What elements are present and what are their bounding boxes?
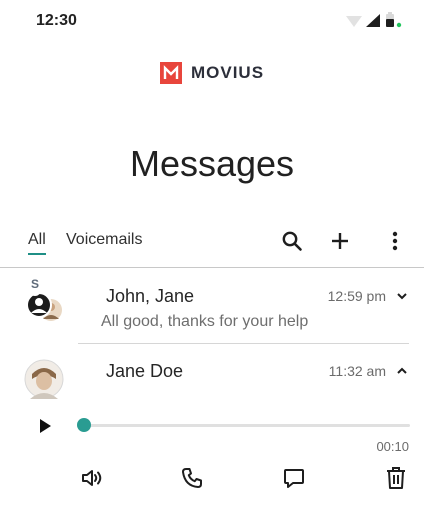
speaker-icon (82, 470, 102, 486)
conversation-preview: All good, thanks for your help (101, 313, 309, 330)
search-button[interactable] (279, 228, 305, 254)
message-button[interactable] (280, 464, 308, 492)
brand-name: MOVIUS (190, 63, 265, 82)
contact-avatar (24, 359, 64, 399)
conversation-item-expanded[interactable]: Jane Doe 11:32 am (0, 344, 424, 404)
status-bar: 12:30 (0, 0, 424, 42)
group-avatar (26, 284, 62, 321)
message-icon (284, 469, 304, 488)
chevron-down-icon[interactable] (396, 290, 408, 302)
phone-icon (182, 468, 202, 488)
status-icons (346, 12, 402, 28)
tab-all-label: All (28, 231, 46, 248)
movius-logo-icon (159, 62, 182, 84)
page-title: Messages (129, 143, 295, 184)
conversation-name: John, Jane (106, 286, 195, 306)
tab-voicemails-label: Voicemails (66, 231, 143, 248)
conversation-item[interactable]: S John, Jane 12:59 pm All good, thanks f… (0, 276, 424, 342)
add-icon (332, 233, 348, 249)
speaker-button[interactable] (78, 464, 106, 492)
tab-voicemails[interactable]: Voicemails (66, 231, 142, 249)
chevron-up-icon[interactable] (396, 365, 408, 377)
brand-header: MOVIUS (0, 58, 424, 88)
playback-track[interactable] (84, 424, 410, 427)
conversation-name: Jane Doe (106, 361, 184, 381)
avatar-badge: S (31, 277, 40, 291)
status-time: 12:30 (36, 12, 77, 29)
search-icon (282, 231, 302, 251)
wifi-icon (346, 16, 362, 27)
tab-all[interactable]: All (28, 231, 46, 255)
new-message-button[interactable] (327, 228, 353, 254)
playback-duration: 00:10 (376, 439, 409, 454)
conversation-time: 12:59 pm (327, 288, 386, 304)
more-vert-icon (392, 231, 398, 251)
notification-dot-icon (396, 22, 402, 28)
cellular-signal-icon (366, 14, 380, 27)
trash-icon (387, 467, 405, 489)
tabs-bar: All Voicemails (0, 224, 424, 268)
conversation-time: 11:32 am (328, 363, 386, 379)
voicemail-player: 00:10 (0, 404, 424, 454)
tab-selected-indicator (28, 253, 46, 255)
play-icon[interactable] (36, 417, 54, 435)
delete-button[interactable] (382, 464, 410, 492)
battery-icon (386, 12, 394, 27)
more-options-button[interactable] (382, 228, 408, 254)
call-button[interactable] (178, 464, 206, 492)
playback-scrubber[interactable] (77, 418, 91, 432)
voicemail-actions (0, 464, 424, 496)
